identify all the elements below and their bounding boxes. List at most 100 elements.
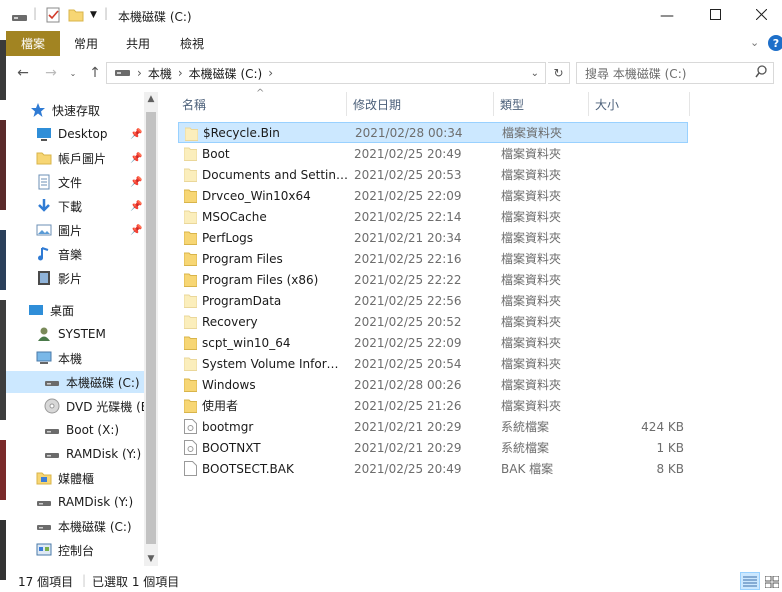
file-row[interactable]: Recovery 2021/02/25 20:52 檔案資料夾 — [178, 311, 688, 332]
properties-icon[interactable] — [46, 7, 60, 23]
hidden-folder-icon — [183, 167, 198, 182]
maximize-button[interactable] — [692, 0, 738, 31]
forward-button[interactable]: → — [42, 63, 60, 83]
tab-file[interactable]: 檔案 — [6, 31, 60, 56]
nav-item-label: Desktop — [58, 127, 108, 141]
column-header-label: 修改日期 — [353, 97, 402, 112]
file-row[interactable]: Windows 2021/02/28 00:26 檔案資料夾 — [178, 374, 688, 395]
nav-item-c-drive[interactable]: 本機磁碟 (C:) — [6, 371, 146, 393]
nav-item-dvd-drive[interactable]: DVD 光碟機 (E — [6, 395, 146, 417]
search-input[interactable]: 搜尋 本機磁碟 (C:) — [576, 62, 774, 84]
file-name: scpt_win10_64 — [202, 335, 291, 350]
file-row[interactable]: scpt_win10_64 2021/02/25 22:09 檔案資料夾 — [178, 332, 688, 353]
nav-item-system-user[interactable]: SYSTEM — [6, 323, 146, 345]
nav-item-pictures[interactable]: 圖片 📌 — [6, 219, 146, 241]
drive-icon — [44, 374, 60, 390]
nav-item-desktop-root[interactable]: 桌面 — [6, 299, 146, 321]
file-row[interactable]: 使用者 2021/02/25 21:26 檔案資料夾 — [178, 395, 688, 416]
nav-item-libraries[interactable]: 媒體櫃 — [6, 467, 146, 489]
breadcrumb-this-pc[interactable]: 本機 — [148, 65, 172, 82]
help-icon[interactable]: ? — [768, 35, 782, 51]
column-header-type[interactable]: 類型 — [494, 92, 588, 116]
breadcrumb-c-drive[interactable]: 本機磁碟 (C:) — [189, 65, 263, 82]
address-bar[interactable]: › 本機 › 本機磁碟 (C:) › ⌄ — [106, 62, 546, 84]
ribbon-expand-icon[interactable]: ⌄ — [750, 36, 759, 49]
tab-home[interactable]: 常用 — [60, 31, 112, 56]
window-title: 本機磁碟 (C:) — [118, 10, 192, 24]
scroll-up-icon[interactable]: ▲ — [144, 92, 158, 106]
back-button[interactable]: ← — [14, 63, 32, 83]
file-row[interactable]: System Volume Inform... 2021/02/25 20:54 檔… — [178, 353, 688, 374]
pin-icon[interactable]: 📌 — [130, 201, 142, 212]
dvd-icon — [44, 398, 60, 414]
large-icons-view-button[interactable] — [762, 572, 782, 590]
scroll-down-icon[interactable]: ▼ — [144, 552, 158, 566]
new-folder-icon[interactable] — [68, 7, 84, 23]
pin-icon[interactable]: 📌 — [130, 129, 142, 140]
close-button[interactable] — [738, 0, 782, 31]
file-name: Boot — [202, 146, 230, 161]
nav-item-boot-drive[interactable]: Boot (X:) — [6, 419, 146, 441]
folder-icon — [183, 377, 198, 392]
nav-item-videos[interactable]: 影片 — [6, 267, 146, 289]
pin-icon[interactable]: 📌 — [130, 177, 142, 188]
tab-view[interactable]: 檢視 — [166, 31, 218, 56]
file-row[interactable]: Program Files (x86) 2021/02/25 22:22 檔案資料夾 — [178, 269, 688, 290]
column-header-name[interactable]: 名稱 ^ — [176, 88, 346, 116]
file-row[interactable]: Program Files 2021/02/25 22:16 檔案資料夾 — [178, 248, 688, 269]
column-header-size[interactable]: 大小 — [589, 92, 689, 116]
file-name: BOOTNXT — [202, 440, 261, 455]
pin-icon[interactable]: 📌 — [130, 225, 142, 236]
file-row[interactable]: BOOTSECT.BAK 2021/02/25 20:49 BAK 檔案 8 KB — [178, 458, 688, 479]
hidden-folder-icon — [184, 126, 199, 141]
file-row[interactable]: bootmgr 2021/02/21 20:29 系統檔案 424 KB — [178, 416, 688, 437]
nav-item-desktop[interactable]: Desktop 📌 — [6, 123, 146, 145]
nav-item-label: 文件 — [58, 175, 83, 190]
details-view-icon — [743, 576, 757, 591]
file-date: 2021/02/21 20:29 — [354, 419, 462, 434]
refresh-button[interactable]: ↻ — [548, 62, 570, 84]
nav-item-music[interactable]: 音樂 — [6, 243, 146, 265]
nav-item-label: 本機磁碟 (C:) — [66, 375, 140, 390]
nav-item-account-pictures[interactable]: 帳戶圖片 📌 — [6, 147, 146, 169]
nav-item-this-pc[interactable]: 本機 — [6, 347, 146, 369]
chevron-down-icon: ⌄ — [69, 68, 77, 78]
file-row[interactable]: PerfLogs 2021/02/21 20:34 檔案資料夾 — [178, 227, 688, 248]
file-name: MSOCache — [202, 209, 267, 224]
scroll-thumb[interactable] — [146, 112, 156, 544]
nav-quick-access[interactable]: 快速存取 — [6, 99, 146, 121]
breadcrumb-separator-icon[interactable]: › — [178, 66, 183, 80]
breadcrumb-separator-icon[interactable]: › — [137, 66, 142, 80]
file-row[interactable]: Documents and Settings 2021/02/25 20:53 檔案… — [178, 164, 688, 185]
nav-scrollbar[interactable]: ▲ ▼ — [144, 92, 158, 566]
nav-item-c-drive-network[interactable]: 本機磁碟 (C:) — [6, 515, 146, 537]
file-row[interactable]: Boot 2021/02/25 20:49 檔案資料夾 — [178, 143, 688, 164]
pin-icon[interactable]: 📌 — [130, 153, 142, 164]
breadcrumb-separator-icon[interactable]: › — [268, 66, 273, 80]
tab-share[interactable]: 共用 — [112, 31, 164, 56]
nav-item-downloads[interactable]: 下載 📌 — [6, 195, 146, 217]
minimize-button[interactable]: — — [644, 0, 690, 31]
customize-qa-icon[interactable]: ▼ — [90, 10, 97, 26]
video-icon — [36, 270, 52, 286]
column-header-date[interactable]: 修改日期 — [347, 92, 493, 116]
file-row[interactable]: BOOTNXT 2021/02/21 20:29 系統檔案 1 KB — [178, 437, 688, 458]
pictures-icon — [36, 222, 52, 238]
file-row[interactable]: ProgramData 2021/02/25 22:56 檔案資料夾 — [178, 290, 688, 311]
column-divider[interactable] — [689, 92, 690, 116]
file-row[interactable]: MSOCache 2021/02/25 22:14 檔案資料夾 — [178, 206, 688, 227]
address-dropdown-icon[interactable]: ⌄ — [531, 68, 539, 79]
file-name: 使用者 — [202, 399, 239, 413]
recent-locations-button[interactable]: ⌄ — [64, 63, 82, 83]
file-size: 1 KB — [656, 440, 684, 455]
nav-item-documents[interactable]: 文件 📌 — [6, 171, 146, 193]
file-type: 檔案資料夾 — [501, 189, 562, 203]
up-button[interactable]: ↑ — [86, 63, 104, 83]
nav-item-ramdisk[interactable]: RAMDisk (Y:) — [6, 443, 146, 465]
nav-item-ramdisk-network[interactable]: RAMDisk (Y:) — [6, 491, 146, 513]
file-date: 2021/02/25 21:26 — [354, 398, 462, 413]
details-view-button[interactable] — [740, 572, 760, 590]
file-row[interactable]: $Recycle.Bin 2021/02/28 00:34 檔案資料夾 — [178, 122, 688, 143]
nav-item-control-panel[interactable]: 控制台 — [6, 539, 146, 561]
file-row[interactable]: Drvceo_Win10x64 2021/02/25 22:09 檔案資料夾 — [178, 185, 688, 206]
